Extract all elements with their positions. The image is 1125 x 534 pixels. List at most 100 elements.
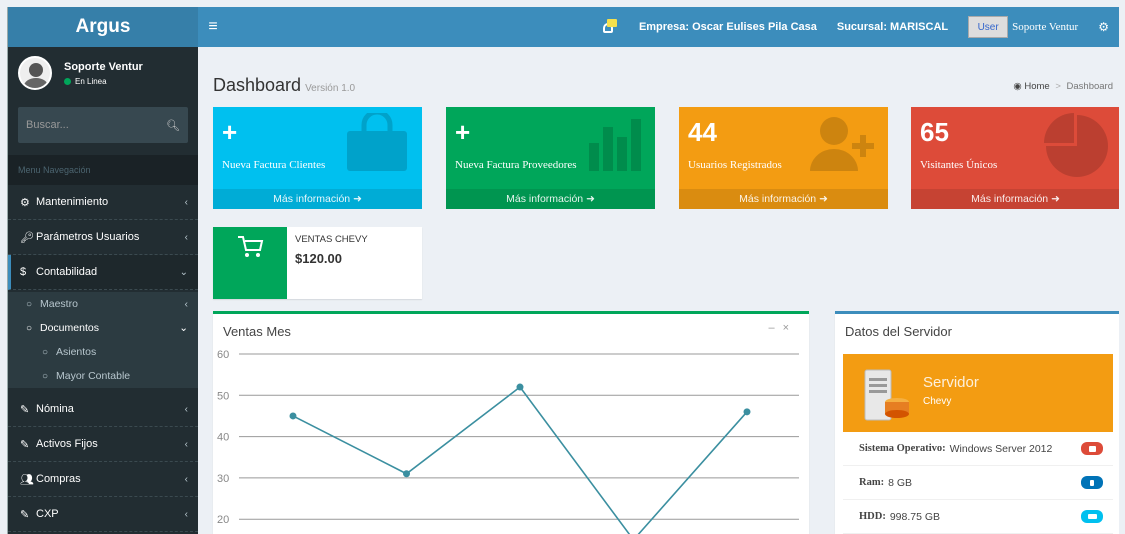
sidebar-item-nomina[interactable]: ✎︎ Nómina ‹ bbox=[8, 392, 198, 427]
sidebar-item-label: Nómina bbox=[36, 403, 74, 415]
page-version: Versión 1.0 bbox=[305, 83, 356, 94]
data-point bbox=[516, 383, 524, 391]
server-row-label: HDD: bbox=[859, 511, 886, 522]
breadcrumb-home[interactable]: Home bbox=[1024, 81, 1049, 92]
server-row-value: 998.75 GB bbox=[889, 510, 941, 523]
chevron-left-icon: ‹ bbox=[184, 231, 188, 243]
sidebar-item-activos-fijos[interactable]: ✎︎ Activos Fijos ‹ bbox=[8, 427, 198, 462]
memory-icon bbox=[1081, 476, 1103, 489]
submenu-item-label: Asientos bbox=[56, 346, 97, 358]
stat-label: Nueva Factura Clientes bbox=[222, 159, 326, 171]
key-icon: 🔑︎ bbox=[20, 231, 34, 244]
sidebar-item-label: Activos Fijos bbox=[36, 438, 98, 450]
server-icon bbox=[864, 369, 909, 421]
arrow-circle-right-icon: ➜ bbox=[353, 193, 362, 205]
chevron-left-icon: ‹ bbox=[184, 438, 188, 450]
pie-chart-icon bbox=[1044, 113, 1108, 177]
user-menu[interactable]: User Soporte Ventur bbox=[968, 16, 1078, 38]
sidebar-item-compras[interactable]: 👥︎ Compras ‹ bbox=[8, 462, 198, 497]
notifications-icon[interactable] bbox=[602, 19, 619, 35]
user-menu-name: Soporte Ventur bbox=[1012, 21, 1079, 33]
server-panel: Datos del Servidor Servidor Chevy Sistem… bbox=[835, 311, 1119, 534]
more-info-link[interactable]: Más información ➜ bbox=[679, 189, 888, 209]
app-logo[interactable]: Argus bbox=[8, 7, 198, 47]
sidebar-item-label: Parámetros Usuarios bbox=[36, 231, 140, 243]
sales-value: $120.00 bbox=[295, 251, 342, 266]
user-plus-icon bbox=[810, 117, 874, 171]
page-title: Dashboard Versión 1.0 bbox=[213, 75, 355, 96]
stat-label: Nueva Factura Proveedores bbox=[455, 159, 577, 171]
server-head-sub: Chevy bbox=[923, 396, 952, 407]
more-info-link[interactable]: Más información ➜ bbox=[213, 189, 422, 209]
sidebar-item-contabilidad[interactable]: $ Contabilidad ⌄ bbox=[8, 255, 198, 290]
sidebar-item-label: CXP bbox=[36, 508, 59, 520]
data-point bbox=[403, 470, 410, 478]
search-icon[interactable]: 🔍︎ bbox=[166, 119, 180, 132]
chevron-left-icon: ‹ bbox=[184, 403, 188, 415]
submenu-item-mayor-contable[interactable]: ○ Mayor Contable bbox=[8, 364, 198, 388]
avatar bbox=[18, 56, 52, 90]
users-icon: 👥︎ bbox=[20, 473, 34, 486]
sidebar-toggle-icon[interactable]: ≡ bbox=[198, 18, 228, 36]
data-point bbox=[289, 412, 297, 420]
chevron-left-icon: ‹ bbox=[184, 298, 189, 310]
user-panel: Soporte Ventur En Linea bbox=[8, 47, 198, 99]
server-row-value: Windows Server 2012 bbox=[949, 442, 1053, 455]
settings-gears-icon[interactable]: ⚙ bbox=[1098, 20, 1109, 34]
submenu-contabilidad: ○ Maestro ‹ ○ Documentos ⌄ ○ Asientos ○ Mayor … bbox=[8, 292, 198, 388]
y-tick-label: 30 bbox=[217, 473, 229, 485]
navbar-right: Empresa: Oscar Eulises Pila Casa Sucursa… bbox=[583, 7, 1119, 47]
data-point bbox=[743, 408, 751, 416]
submenu-item-label: Documentos bbox=[40, 322, 99, 334]
sidebar-item-label: Mantenimiento bbox=[36, 196, 109, 208]
more-info-link[interactable]: Más información ➜ bbox=[446, 189, 655, 209]
cart-icon bbox=[213, 227, 287, 299]
breadcrumb: ◉ Home > Dashboard bbox=[1013, 81, 1113, 92]
sucursal-label: Sucursal: MARISCAL bbox=[836, 21, 949, 33]
user-image: User bbox=[968, 16, 1009, 38]
server-head-title: Servidor bbox=[923, 374, 979, 391]
stat-value: + bbox=[222, 117, 238, 147]
y-tick-label: 40 bbox=[217, 432, 229, 444]
online-dot-icon bbox=[64, 77, 71, 85]
sidebar-search[interactable]: Buscar... 🔍︎ bbox=[18, 107, 188, 143]
page-title-text: Dashboard bbox=[213, 75, 302, 95]
main-content: Dashboard Versión 1.0 ◉ Home > Dashboard … bbox=[198, 47, 1119, 534]
breadcrumb-current: Dashboard bbox=[1066, 81, 1113, 92]
circle-icon: ○ bbox=[42, 346, 49, 358]
submenu-item-maestro[interactable]: ○ Maestro ‹ bbox=[8, 292, 198, 316]
server-row-hdd: HDD: 998.75 GB bbox=[843, 500, 1113, 534]
server-row-os: Sistema Operativo: Windows Server 2012 bbox=[843, 432, 1113, 466]
app-frame: Argus ≡ Empresa: Oscar Eulises Pila Casa… bbox=[7, 7, 1119, 534]
series-line bbox=[292, 385, 748, 534]
sidebar-item-cxp[interactable]: ✎︎ CXP ‹ bbox=[8, 497, 198, 532]
ventas-mes-panel: Ventas Mes –× 60 50 40 30 20 bbox=[213, 311, 809, 534]
submenu-item-documentos[interactable]: ○ Documentos ⌄ bbox=[8, 316, 198, 340]
dashboard-icon: ⚙︎ bbox=[20, 196, 30, 209]
stat-box-visitantes-unicos: 65 Visitantes Únicos Más información ➜ bbox=[911, 107, 1119, 209]
chevron-left-icon: ‹ bbox=[184, 473, 188, 485]
sidebar: Soporte Ventur En Linea Buscar... 🔍︎ Men… bbox=[8, 47, 198, 534]
menu-header: Menu Navegación bbox=[8, 155, 198, 185]
search-input[interactable]: Buscar... bbox=[26, 119, 69, 131]
submenu-item-asientos[interactable]: ○ Asientos bbox=[8, 340, 198, 364]
user-image-alt: User bbox=[977, 21, 999, 33]
arrow-circle-right-icon: ➜ bbox=[819, 193, 828, 205]
sidebar-user-name: Soporte Ventur bbox=[64, 60, 143, 73]
hdd-icon bbox=[1081, 510, 1103, 523]
edit-icon: ✎︎ bbox=[20, 508, 30, 521]
submenu-item-label: Mayor Contable bbox=[56, 370, 131, 382]
stat-value: 65 bbox=[920, 117, 949, 147]
y-tick-label: 60 bbox=[217, 349, 229, 361]
chevron-left-icon: ‹ bbox=[184, 196, 188, 208]
sidebar-item-mantenimiento[interactable]: ⚙︎ Mantenimiento ‹ bbox=[8, 185, 198, 220]
more-info-link[interactable]: Más información ➜ bbox=[911, 189, 1119, 209]
sidebar-item-parametros[interactable]: 🔑︎ Parámetros Usuarios ‹ bbox=[8, 220, 198, 255]
server-row-label: Sistema Operativo: bbox=[859, 443, 946, 454]
circle-icon: ○ bbox=[26, 322, 33, 334]
bar-chart-icon bbox=[589, 119, 641, 171]
dollar-icon: $ bbox=[20, 266, 27, 278]
submenu-item-label: Maestro bbox=[40, 298, 78, 310]
y-tick-label: 20 bbox=[217, 514, 229, 526]
shopping-bag-icon bbox=[347, 113, 407, 171]
